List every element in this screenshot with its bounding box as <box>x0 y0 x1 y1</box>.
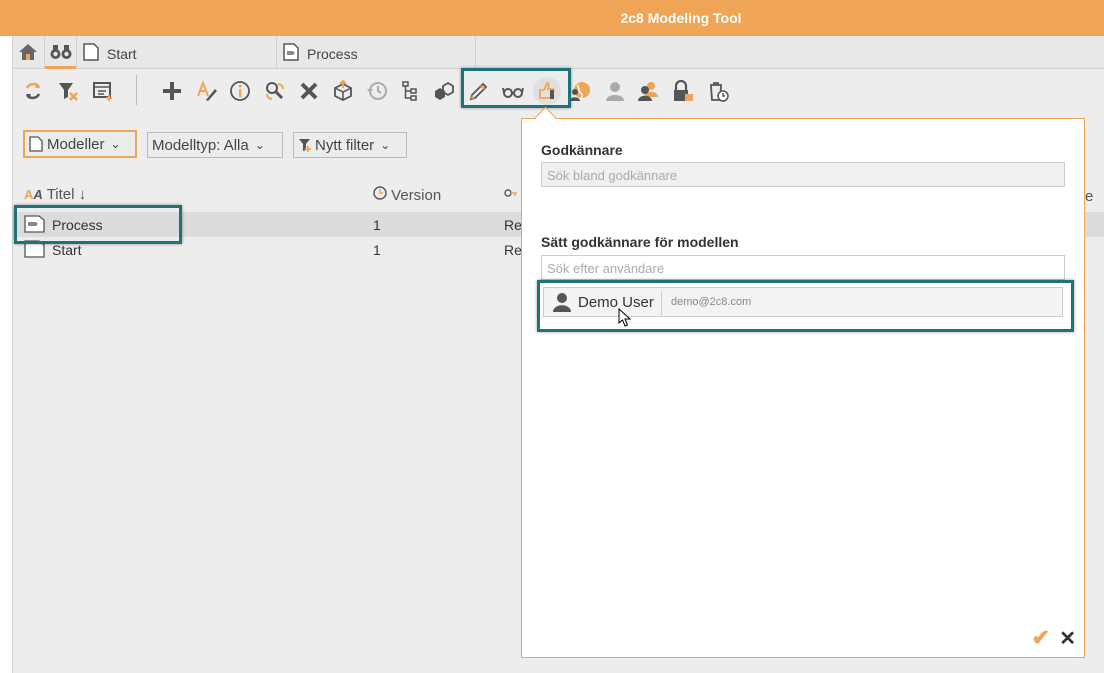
chevron-down-icon: ⌄ <box>380 138 391 152</box>
refresh-icon[interactable] <box>19 77 47 105</box>
model-type-dropdown[interactable]: Modelltyp: Alla ⌄ <box>147 132 283 158</box>
tab-start[interactable]: Start <box>77 36 277 68</box>
column-header-version[interactable]: Version <box>373 186 441 204</box>
add-column-icon[interactable] <box>89 77 117 105</box>
app-title: 2c8 Modeling Tool <box>620 10 742 26</box>
row-col3: Re <box>504 242 522 258</box>
models-dropdown[interactable]: Modeller ⌄ <box>23 130 137 158</box>
row-title: Start <box>52 242 82 258</box>
title-bar: 2c8 Modeling Tool <box>0 0 1104 36</box>
tree-icon[interactable] <box>396 77 424 105</box>
column-header-title[interactable]: AA Titel ↓ <box>24 186 86 203</box>
row-col3: Re <box>504 217 522 233</box>
toolbar-separator <box>136 75 137 105</box>
user-search-input[interactable]: Sök efter användare <box>541 255 1065 280</box>
info-icon[interactable] <box>226 77 254 105</box>
tab-label: Start <box>107 46 137 62</box>
replace-icon[interactable] <box>261 77 289 105</box>
document-icon <box>29 136 43 152</box>
plus-icon[interactable] <box>158 77 186 105</box>
highlight-process-row <box>14 205 182 244</box>
add-filter-icon <box>299 139 311 152</box>
set-approvers-label: Sätt godkännare för modellen <box>541 234 739 250</box>
tab-label: Process <box>307 46 358 62</box>
delete-icon[interactable] <box>295 77 323 105</box>
row-version: 1 <box>373 242 381 258</box>
chevron-down-icon: ⌄ <box>110 137 121 151</box>
approvers-label: Godkännare <box>541 142 623 158</box>
column-header-partial[interactable] <box>504 186 518 204</box>
approvers-panel: Godkännare Sök bland godkännare Sätt god… <box>521 106 1085 658</box>
confirm-icon[interactable]: ✔ <box>1032 625 1050 651</box>
process-document-icon <box>283 43 299 61</box>
document-icon <box>83 43 99 61</box>
model-type-label: Modelltyp: Alla <box>152 136 249 154</box>
tab-explorer[interactable] <box>45 36 77 69</box>
highlight-edit-group <box>461 68 571 108</box>
lock-user-icon[interactable] <box>669 77 697 105</box>
home-icon <box>19 44 37 60</box>
key-icon <box>504 189 517 197</box>
binoculars-icon <box>50 45 72 59</box>
tab-process[interactable]: Process <box>277 36 476 68</box>
column-header-cut[interactable]: e <box>1085 188 1093 205</box>
user-icon[interactable] <box>601 77 629 105</box>
boxes-icon[interactable] <box>430 77 458 105</box>
tab-bar: Start Process <box>13 36 1104 69</box>
users-icon[interactable] <box>634 77 662 105</box>
clear-filter-icon[interactable] <box>54 77 82 105</box>
rename-icon[interactable] <box>193 77 221 105</box>
close-icon[interactable]: ✕ <box>1059 626 1076 651</box>
new-filter-dropdown[interactable]: Nytt filter ⌄ <box>293 132 407 158</box>
trash-clock-icon[interactable] <box>704 77 732 105</box>
clock-icon <box>373 186 387 200</box>
left-edge <box>0 36 13 673</box>
new-filter-label: Nytt filter <box>315 136 375 154</box>
chevron-down-icon: ⌄ <box>254 138 265 152</box>
approvers-search-input[interactable]: Sök bland godkännare <box>541 162 1065 187</box>
models-dropdown-label: Modeller <box>47 135 105 153</box>
export-box-icon[interactable] <box>329 77 357 105</box>
tab-home[interactable] <box>13 36 45 68</box>
history-icon[interactable] <box>363 77 391 105</box>
text-icon: A <box>24 187 34 202</box>
mouse-cursor-icon <box>618 308 632 327</box>
row-version: 1 <box>373 217 381 233</box>
